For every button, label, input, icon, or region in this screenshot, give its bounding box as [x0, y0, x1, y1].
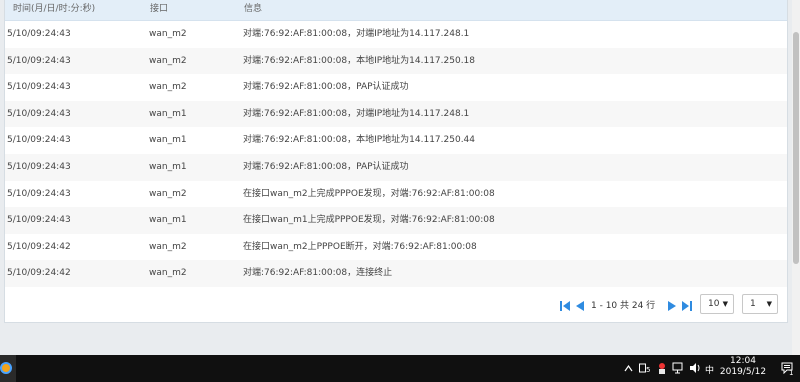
prev-page-icon[interactable]: [574, 300, 586, 312]
vertical-scrollbar[interactable]: [792, 0, 800, 355]
cell-interface: wan_m2: [149, 29, 187, 39]
system-clock[interactable]: 12:04 2019/5/12: [712, 356, 774, 378]
cell-info: 在接口wan_m2上完成PPPOE发现，对端:76:92:AF:81:00:08: [243, 188, 495, 199]
cell-info: 对端:76:92:AF:81:00:08，PAP认证成功: [243, 161, 409, 172]
column-header-time[interactable]: 时间(月/日/时:分:秒): [13, 0, 95, 20]
log-panel: 时间(月/日/时:分:秒) 接口 信息 5/10/09:24:43 wan_m2…: [4, 0, 788, 323]
cell-interface: wan_m1: [149, 135, 187, 146]
cell-interface: wan_m2: [149, 241, 187, 252]
cell-info: 对端:76:92:AF:81:00:08，本地IP地址为14.117.250.1…: [243, 55, 476, 66]
page-size-value: 10: [708, 299, 720, 309]
cell-time: 5/10/09:24:43: [7, 29, 71, 39]
cell-info: 对端:76:92:AF:81:00:08，PAP认证成功: [243, 82, 409, 93]
caret-down-icon: ▼: [766, 300, 772, 308]
cell-info: 对端:76:92:AF:81:00:08，本地IP地址为14.117.250.4…: [243, 135, 476, 146]
cell-time: 5/10/09:24:43: [7, 55, 71, 66]
page-number-value: 1: [750, 299, 756, 309]
cell-time: 5/10/09:24:43: [7, 188, 71, 199]
notification-count: 1: [789, 369, 794, 377]
cell-time: 5/10/09:24:42: [7, 268, 71, 279]
scrollbar-thumb[interactable]: [793, 32, 799, 264]
volume-icon[interactable]: [689, 362, 702, 374]
column-header-interface[interactable]: 接口: [150, 0, 168, 20]
ime-icon[interactable]: 5: [639, 362, 651, 374]
taskbar: 5 中 12:04 2019/5/12 1: [0, 355, 800, 382]
table-row[interactable]: 5/10/09:24:43 wan_m1 在接口wan_m1上完成PPPOE发现…: [5, 207, 787, 234]
table-row[interactable]: 5/10/09:24:43 wan_m1 对端:76:92:AF:81:00:0…: [5, 100, 787, 128]
svg-text:5: 5: [646, 366, 650, 374]
pagination: 1 - 10 共 24 行 10 ▼ 1 ▼: [555, 294, 785, 318]
last-page-icon[interactable]: [681, 300, 693, 312]
pagination-summary: 1 - 10 共 24 行: [591, 301, 656, 311]
cell-time: 5/10/09:24:43: [7, 215, 71, 226]
table-row[interactable]: 5/10/09:24:43 wan_m1 对端:76:92:AF:81:00:0…: [5, 127, 787, 154]
column-header-info[interactable]: 信息: [244, 0, 262, 20]
table-row[interactable]: 5/10/09:24:42 wan_m2 对端:76:92:AF:81:00:0…: [5, 260, 787, 287]
table-row[interactable]: 5/10/09:24:42 wan_m2 在接口wan_m2上PPPOE断开，对…: [5, 234, 787, 261]
table-body: 5/10/09:24:43 wan_m2 对端:76:92:AF:81:00:0…: [5, 21, 787, 287]
cell-info: 在接口wan_m1上完成PPPOE发现，对端:76:92:AF:81:00:08: [243, 215, 495, 226]
cell-info: 对端:76:92:AF:81:00:08，对端IP地址为14.117.248.1: [243, 108, 470, 119]
cell-time: 5/10/09:24:43: [7, 82, 71, 93]
cell-time: 5/10/09:24:43: [7, 135, 71, 146]
table-row[interactable]: 5/10/09:24:43 wan_m2 对端:76:92:AF:81:00:0…: [5, 74, 787, 101]
app-tray-icon[interactable]: [656, 362, 668, 375]
cell-info: 对端:76:92:AF:81:00:08，对端IP地址为14.117.248.1: [243, 29, 470, 39]
table-row[interactable]: 5/10/09:24:43 wan_m2 在接口wan_m2上完成PPPOE发现…: [5, 181, 787, 208]
network-icon[interactable]: [672, 362, 685, 374]
caret-down-icon: ▼: [722, 300, 728, 308]
table-row[interactable]: 5/10/09:24:43 wan_m2 对端:76:92:AF:81:00:0…: [5, 47, 787, 75]
chevron-up-icon[interactable]: [624, 365, 633, 372]
first-page-icon[interactable]: [559, 300, 571, 312]
cell-time: 5/10/09:24:43: [7, 161, 71, 172]
action-center-button[interactable]: 1: [774, 355, 800, 382]
cell-interface: wan_m1: [149, 215, 187, 226]
cell-interface: wan_m2: [149, 82, 187, 93]
clock-date: 2019/5/12: [719, 367, 767, 377]
table-row[interactable]: 5/10/09:24:43 wan_m2 对端:76:92:AF:81:00:0…: [5, 21, 787, 48]
app-icon: [0, 362, 12, 374]
cell-time: 5/10/09:24:43: [7, 108, 71, 119]
cell-info: 在接口wan_m2上PPPOE断开，对端:76:92:AF:81:00:08: [243, 241, 477, 252]
cell-interface: wan_m2: [149, 268, 187, 279]
next-page-icon[interactable]: [666, 300, 678, 312]
page-size-select[interactable]: 10 ▼: [700, 294, 734, 314]
table-header: 时间(月/日/时:分:秒) 接口 信息: [5, 0, 787, 21]
taskbar-app-button[interactable]: [0, 355, 16, 382]
cell-interface: wan_m2: [149, 55, 187, 66]
cell-time: 5/10/09:24:42: [7, 241, 71, 252]
cell-info: 对端:76:92:AF:81:00:08，连接终止: [243, 268, 393, 279]
cell-interface: wan_m1: [149, 108, 187, 119]
table-row[interactable]: 5/10/09:24:43 wan_m1 对端:76:92:AF:81:00:0…: [5, 153, 787, 181]
page-number-select[interactable]: 1 ▼: [742, 294, 778, 314]
clock-time: 12:04: [730, 356, 756, 366]
cell-interface: wan_m1: [149, 161, 187, 172]
cell-interface: wan_m2: [149, 188, 187, 199]
